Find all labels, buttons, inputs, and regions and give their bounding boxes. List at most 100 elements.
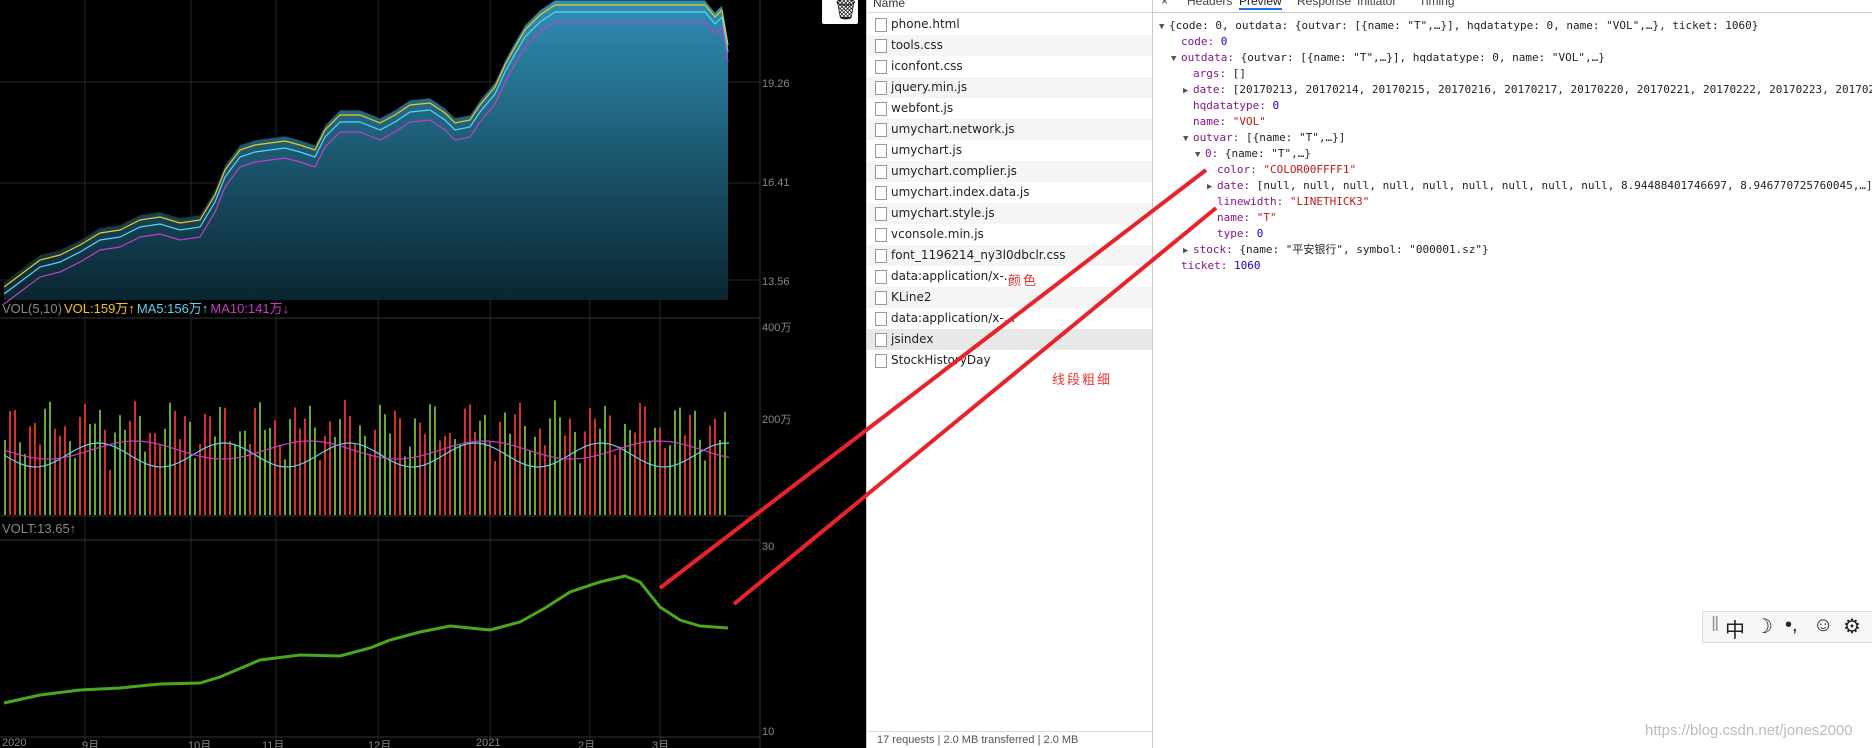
volume-bar (344, 400, 346, 515)
volume-bar (169, 402, 171, 515)
json-key: type (1217, 227, 1244, 240)
detail-tabs: × Headers Preview Response Initiator Tim… (1153, 0, 1872, 13)
json-key: date (1217, 179, 1244, 192)
file-icon (875, 123, 887, 137)
date-tick-sep: 9月 (82, 740, 100, 748)
json-tree-line[interactable]: ▼ outvar: [{name: "T",…}] (1183, 130, 1345, 147)
request-name: umychart.index.data.js (891, 185, 1030, 199)
tab-response[interactable]: Response (1297, 0, 1351, 8)
emoji-icon[interactable]: ☺ (1813, 614, 1833, 637)
request-row[interactable]: vconsole.min.js (867, 224, 1153, 245)
price-area (4, 0, 728, 300)
request-row[interactable]: umychart.network.js (867, 119, 1153, 140)
expand-triangle-icon[interactable]: ▶ (1207, 179, 1217, 195)
json-value: {name: "平安银行", symbol: "000001.sz"} (1239, 243, 1489, 256)
tab-timing[interactable]: Timing (1419, 0, 1455, 8)
volume-bar (149, 432, 151, 515)
request-row[interactable]: umychart.js (867, 140, 1153, 161)
request-name: umychart.style.js (891, 206, 995, 220)
json-key: args (1193, 67, 1220, 80)
punctuation-icon[interactable]: •, (1785, 614, 1798, 637)
collapse-triangle-icon[interactable]: ▼ (1159, 19, 1169, 35)
json-tree-line[interactable]: ▶ stock: {name: "平安银行", symbol: "000001.s… (1183, 242, 1489, 259)
volume-bar (284, 459, 286, 515)
volume-bar (599, 428, 601, 515)
expand-triangle-icon[interactable]: ▶ (1183, 243, 1193, 259)
kline-chart-canvas[interactable] (0, 0, 866, 748)
volume-bar (304, 418, 306, 515)
ime-grip[interactable]: ‖ (1711, 614, 1719, 637)
json-tree-line[interactable]: ▼ outdata: {outvar: [{name: "T",…}], hqda… (1171, 50, 1605, 67)
volume-bar (319, 460, 321, 515)
request-row[interactable]: data:application/x-... (867, 308, 1153, 329)
file-icon (875, 18, 887, 32)
date-tick-2021: 2021 (476, 737, 501, 748)
volume-bar (644, 406, 646, 515)
request-row[interactable]: webfont.js (867, 98, 1153, 119)
json-value: [null, null, null, null, null, null, nul… (1256, 179, 1872, 192)
request-row[interactable]: tools.css (867, 35, 1153, 56)
volume-bar (539, 428, 541, 515)
tab-preview[interactable]: Preview (1239, 0, 1282, 10)
file-icon (875, 39, 887, 53)
request-name: data:application/x-... (891, 311, 1016, 325)
volume-bar (214, 436, 216, 515)
json-colon: : (1207, 35, 1221, 48)
volume-bar (294, 407, 296, 515)
request-row[interactable]: KLine2 (867, 287, 1153, 308)
volume-bar (234, 444, 236, 515)
file-icon (875, 228, 887, 242)
json-value: [] (1232, 67, 1246, 80)
json-colon: : (1259, 99, 1273, 112)
tab-headers[interactable]: Headers (1187, 0, 1232, 8)
volume-bar (404, 456, 406, 515)
file-icon (875, 270, 887, 284)
volume-bar (589, 408, 591, 515)
request-row[interactable]: jquery.min.js (867, 77, 1153, 98)
volume-bar (564, 435, 566, 515)
volume-bar (84, 403, 86, 515)
volume-bar (389, 433, 391, 515)
moon-icon[interactable]: ☽ (1755, 614, 1773, 639)
request-row[interactable]: umychart.complier.js (867, 161, 1153, 182)
volume-bar (189, 421, 191, 515)
json-value: "VOL" (1232, 115, 1266, 128)
settings-gear-icon[interactable]: ⚙ (1843, 614, 1861, 639)
json-tree-line[interactable]: ▼ 0: {name: "T",…} (1195, 146, 1311, 163)
volume-bar (94, 423, 96, 515)
volume-bar (334, 437, 336, 515)
name-column-header[interactable]: Name (867, 0, 1153, 13)
kline-chart-pane[interactable]: 19.26 16.41 13.56 VOL(5,10) VOL:159万↑ MA5:… (0, 0, 866, 748)
json-colon: : (1243, 179, 1257, 192)
json-value: 0 (1220, 35, 1228, 48)
collapse-triangle-icon[interactable]: ▼ (1195, 147, 1205, 163)
volume-bar (29, 426, 31, 515)
request-row[interactable]: jsindex (867, 329, 1153, 350)
collapse-triangle-icon[interactable]: ▼ (1183, 131, 1193, 147)
json-tree-line[interactable]: ▼ {code: 0, outdata: {outvar: [{name: "T"… (1159, 18, 1758, 35)
volume-bar (34, 422, 36, 515)
json-value: "COLOR00FFFF1" (1263, 163, 1357, 176)
request-row[interactable]: umychart.index.data.js (867, 182, 1153, 203)
volume-bar (669, 445, 671, 515)
expand-triangle-icon[interactable]: ▶ (1183, 83, 1193, 99)
request-name: umychart.complier.js (891, 164, 1017, 178)
date-tick-2020: 2020 (2, 737, 27, 748)
request-row[interactable]: iconfont.css (867, 56, 1153, 77)
json-colon: : (1232, 131, 1246, 144)
clear-button[interactable]: 🗑 (822, 0, 858, 24)
volume-bar (584, 431, 586, 515)
volume-bar (329, 421, 331, 515)
collapse-triangle-icon[interactable]: ▼ (1171, 51, 1181, 67)
request-row[interactable]: StockHistoryDay (867, 350, 1153, 371)
json-tree-line[interactable]: ▶ date: [20170213, 20170214, 20170215, 20… (1183, 82, 1872, 99)
ime-lang-toggle[interactable]: 中 (1725, 614, 1745, 643)
request-row[interactable]: phone.html (867, 14, 1153, 35)
request-name: umychart.js (891, 143, 962, 157)
volume-bar (379, 404, 381, 515)
tab-initiator[interactable]: Initiator (1357, 0, 1396, 8)
close-detail-button[interactable]: × (1161, 0, 1168, 8)
request-row[interactable]: umychart.style.js (867, 203, 1153, 224)
json-tree-line[interactable]: ▶ date: [null, null, null, null, null, nu… (1207, 178, 1872, 195)
request-row[interactable]: font_1196214_ny3l0dbclr.css (867, 245, 1153, 266)
